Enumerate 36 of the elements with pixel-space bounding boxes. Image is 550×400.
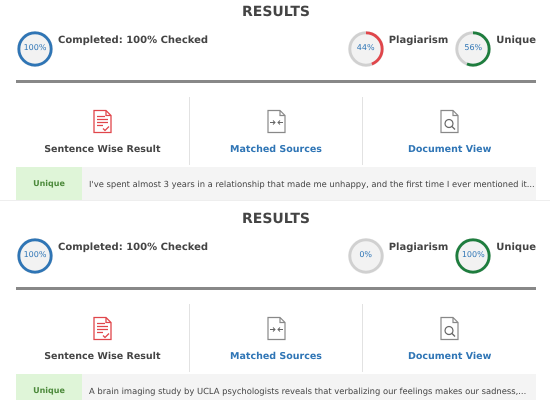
tab-label[interactable]: Sentence Wise Result (44, 144, 160, 154)
percent-value: 100% (460, 250, 486, 259)
results-title: RESULTS (240, 210, 312, 229)
completed-label: Completed: 100% Checked (58, 35, 208, 46)
sentence-text: I've spent almost 3 years in a relationship that made me unhappy, and the first time I ever mentioned it... (88, 178, 535, 191)
gauge-label: Unique (496, 35, 536, 46)
tab-label[interactable]: Document View (408, 144, 492, 154)
percent-value: 0% (358, 250, 374, 259)
status-tag: Unique (16, 374, 82, 400)
tab-label[interactable]: Document View (408, 350, 492, 362)
results-title: RESULTS (240, 3, 312, 22)
percent-value: 44% (356, 43, 376, 52)
sentence-text: A brain imaging study by UCLA psychologists reveals that verbalizing our feelings makes our sadness,... (88, 384, 526, 398)
result-tab[interactable]: Sentence Wise Result (16, 97, 190, 165)
result-tab[interactable]: Document View (363, 97, 536, 165)
gauge-label: Unique (496, 242, 536, 253)
gauge-label: Plagiarism (388, 242, 448, 253)
gauge-label: Plagiarism (388, 35, 448, 46)
progress-ring (16, 237, 54, 275)
progress-ring (346, 30, 385, 68)
percent-value: 56% (463, 43, 484, 52)
progress-ring (454, 30, 492, 68)
progress-ring (346, 237, 385, 275)
result-tab[interactable]: Document View (363, 304, 536, 372)
progress-ring (16, 30, 54, 68)
completed-label: Completed: 100% Checked (58, 242, 208, 253)
tab-label[interactable]: Matched Sources (230, 144, 322, 154)
result-tab[interactable]: Sentence Wise Result (16, 304, 190, 372)
tab-label[interactable]: Sentence Wise Result (44, 350, 160, 362)
progress-ring (454, 237, 492, 275)
status-tag: Unique (16, 167, 82, 200)
percent-value: 100% (22, 250, 48, 259)
percent-value: 100% (22, 43, 48, 52)
tab-label[interactable]: Matched Sources (230, 350, 322, 362)
result-tab[interactable]: Matched Sources (190, 304, 364, 372)
result-tab[interactable]: Matched Sources (190, 97, 364, 165)
